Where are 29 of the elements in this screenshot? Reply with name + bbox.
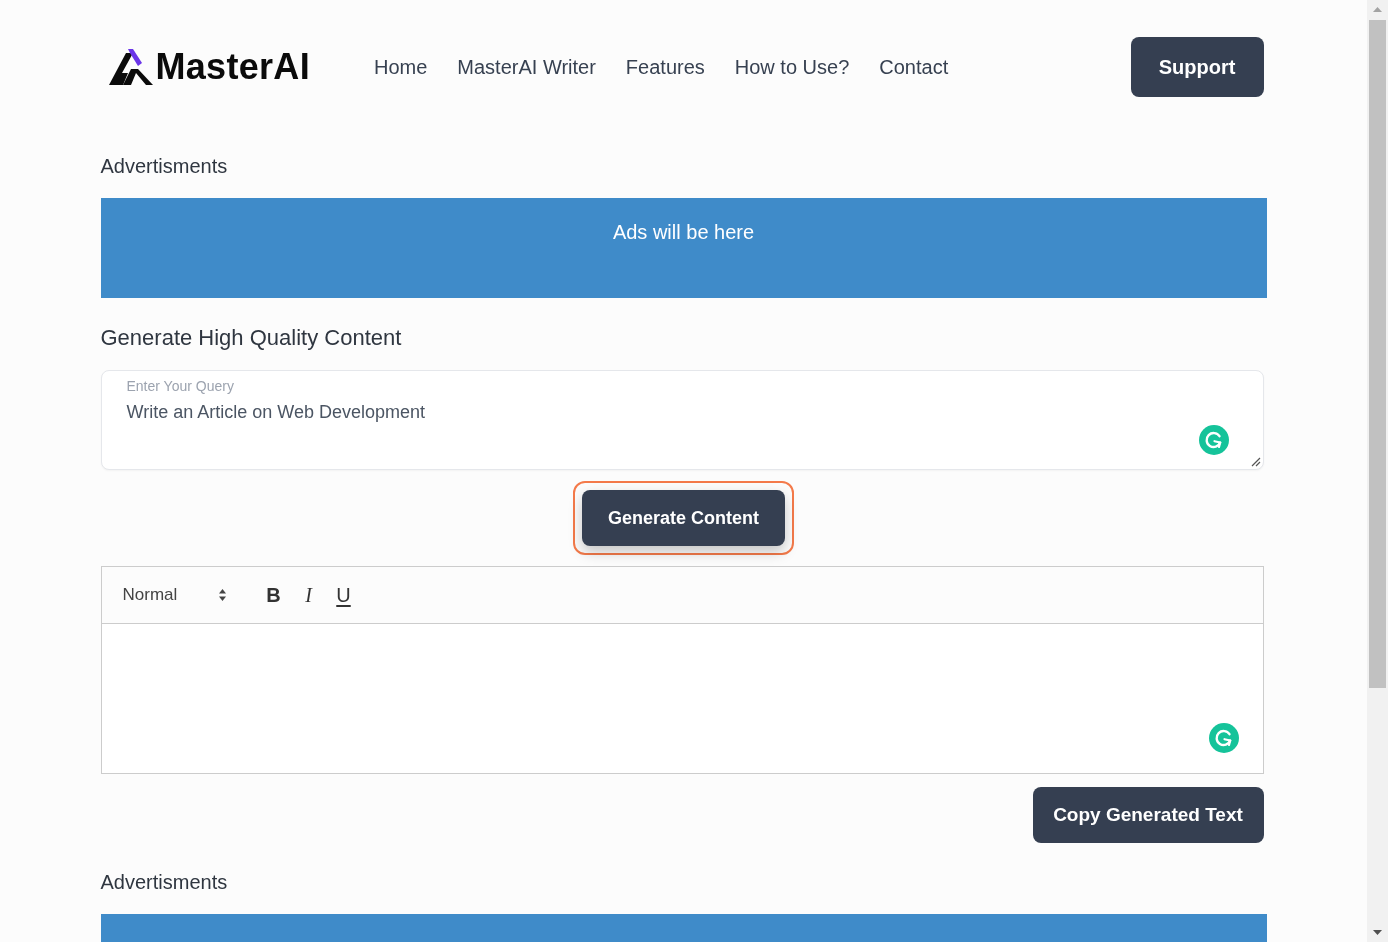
- resize-handle-icon[interactable]: [1250, 457, 1261, 467]
- scrollbar[interactable]: [1367, 0, 1388, 942]
- nav-link[interactable]: MasterAI Writer: [457, 55, 596, 79]
- section-heading: Generate High Quality Content: [100, 324, 403, 352]
- scrollbar-thumb[interactable]: [1369, 20, 1386, 688]
- logo-text[interactable]: MasterAI: [155, 47, 310, 87]
- ad-text: Ads will be here: [612, 220, 755, 244]
- grammarly-icon[interactable]: [1198, 425, 1229, 455]
- scroll-down-icon[interactable]: [1373, 930, 1382, 935]
- grammarly-icon[interactable]: [1208, 723, 1239, 753]
- scroll-up-icon[interactable]: [1373, 7, 1382, 12]
- section-heading: Advertisments: [100, 154, 229, 178]
- copy-button[interactable]: Copy Generated Text: [1032, 787, 1264, 843]
- query-field[interactable]: Enter Your Query Write an Article on Web Development: [100, 370, 1264, 470]
- nav-link[interactable]: How to Use?: [734, 55, 850, 79]
- nav-link[interactable]: Contact: [879, 55, 949, 79]
- field-label: Enter Your Query: [126, 377, 235, 395]
- support-button[interactable]: Support: [1130, 37, 1264, 97]
- up-down-arrows-icon: [217, 588, 227, 602]
- logo-icon: [108, 49, 153, 85]
- underline-button[interactable]: U: [329, 581, 358, 609]
- editor-field[interactable]: [100, 624, 1264, 774]
- nav-link[interactable]: Features: [625, 55, 705, 79]
- nav-link[interactable]: Home: [373, 55, 428, 79]
- italic-button[interactable]: I: [294, 581, 323, 609]
- generate-button[interactable]: Generate Content: [582, 490, 785, 546]
- section-heading: Advertisments: [100, 870, 229, 894]
- format-select[interactable]: Normal: [122, 580, 231, 610]
- bold-button[interactable]: B: [259, 581, 288, 609]
